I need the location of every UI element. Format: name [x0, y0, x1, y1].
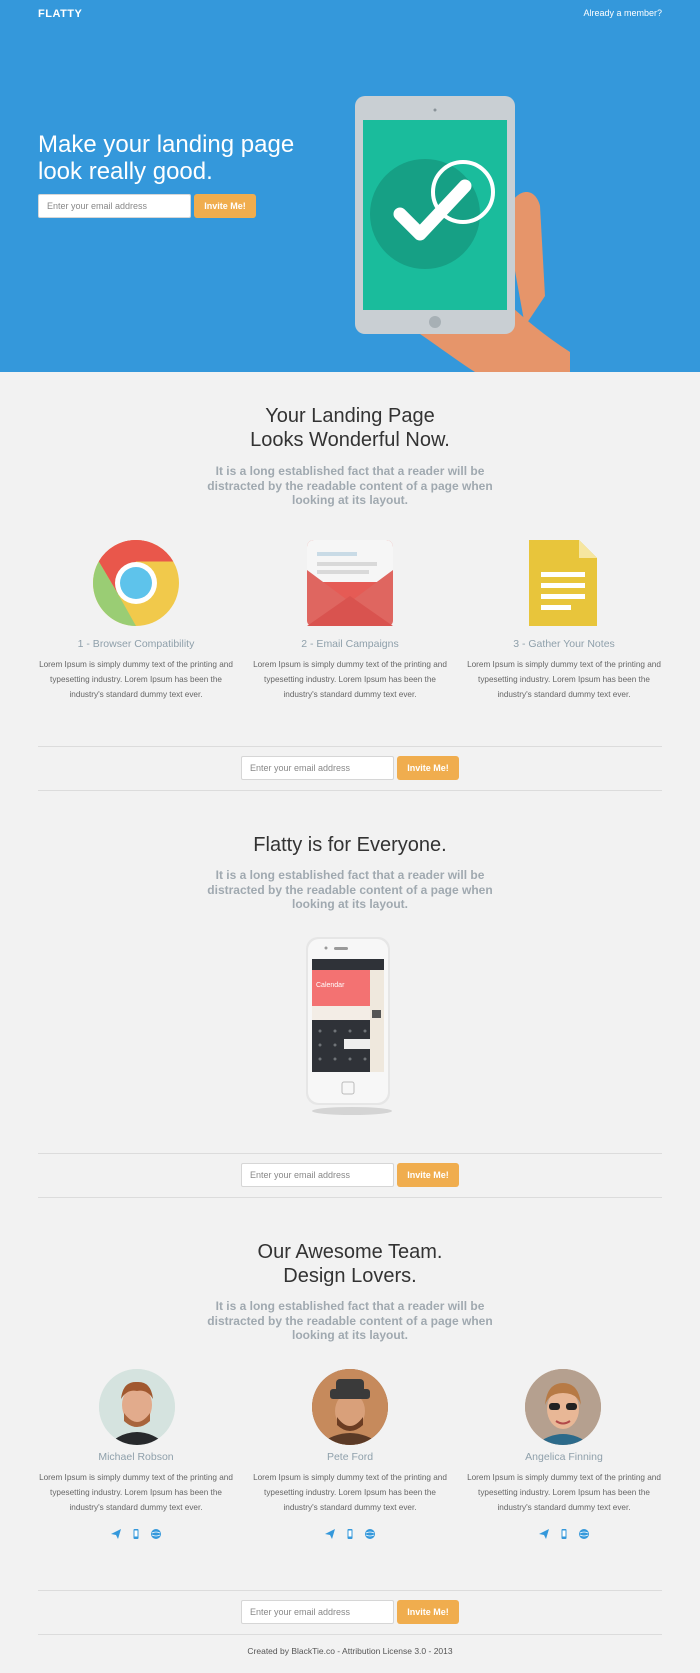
member-name: Pete Ford [326, 1451, 374, 1463]
divider [38, 790, 662, 791]
avatar-michael [99, 1369, 175, 1445]
member-bio: Lorem Ipsum is simply dummy text of the … [39, 1473, 233, 1512]
signup-form-3: Enter your email address Invite Me! [241, 1600, 459, 1624]
hero-title: Make your landing page look really good. [38, 131, 295, 185]
signup-form-2: Enter your email address Invite Me! [241, 1163, 459, 1187]
send-icon[interactable] [111, 1529, 121, 1539]
notes-icon [529, 540, 597, 626]
tablet-in-hand-illustration [355, 96, 570, 372]
avatar-angelica [525, 1369, 601, 1445]
email-input[interactable]: Enter your email address [241, 756, 394, 780]
globe-icon[interactable] [579, 1529, 589, 1539]
avatar-pete [312, 1369, 388, 1445]
invite-button[interactable]: Invite Me! [397, 756, 459, 780]
email-input[interactable]: Enter your email address [241, 1600, 394, 1624]
globe-icon[interactable] [151, 1529, 161, 1539]
chrome-icon [93, 540, 179, 626]
hero-email-input[interactable]: Enter your email address [38, 194, 191, 218]
feature-text: Lorem Ipsum is simply dummy text of the … [39, 660, 233, 699]
divider [38, 1590, 662, 1591]
hero-section: FLATTY Already a member? Make your landi… [0, 0, 700, 372]
envelope-icon [307, 540, 393, 626]
team-member-1: Michael Robson Lorem Ipsum is simply dum… [32, 1451, 240, 1539]
team-member-2: Pete Ford Lorem Ipsum is simply dummy te… [246, 1451, 454, 1539]
mobile-icon[interactable] [345, 1529, 355, 1539]
brand-logo[interactable]: FLATTY [38, 8, 82, 20]
feature-email: 2 - Email Campaigns Lorem Ipsum is simpl… [246, 638, 454, 702]
member-bio: Lorem Ipsum is simply dummy text of the … [253, 1473, 447, 1512]
send-icon[interactable] [325, 1529, 335, 1539]
member-bio: Lorem Ipsum is simply dummy text of the … [467, 1473, 661, 1512]
divider [38, 1634, 662, 1635]
email-input[interactable]: Enter your email address [241, 1163, 394, 1187]
invite-button[interactable]: Invite Me! [397, 1163, 459, 1187]
hero-invite-button[interactable]: Invite Me! [194, 194, 256, 218]
social-links [460, 1529, 668, 1539]
hero-signup-form: Enter your email address Invite Me! [38, 194, 256, 218]
mobile-icon[interactable] [559, 1529, 569, 1539]
divider [38, 1153, 662, 1154]
feature-notes: 3 - Gather Your Notes Lorem Ipsum is sim… [460, 638, 668, 702]
everyone-title: Flatty is for Everyone. [253, 834, 447, 856]
social-links [246, 1529, 454, 1539]
features-title-line1: Your Landing Page [265, 405, 435, 427]
footer-credit: Created by BlackTie.co - Attribution Lic… [247, 1646, 453, 1656]
globe-icon[interactable] [365, 1529, 375, 1539]
divider [38, 746, 662, 747]
everyone-subtitle: It is a long established fact that a rea… [207, 868, 493, 911]
features-subtitle: It is a long established fact that a rea… [207, 464, 493, 507]
feature-title: 3 - Gather Your Notes [513, 638, 615, 650]
invite-button[interactable]: Invite Me! [397, 1600, 459, 1624]
divider [38, 1197, 662, 1198]
team-member-3: Angelica Finning Lorem Ipsum is simply d… [460, 1451, 668, 1539]
feature-text: Lorem Ipsum is simply dummy text of the … [253, 660, 447, 699]
feature-title: 1 - Browser Compatibility [77, 638, 195, 650]
team-title: Our Awesome Team. Design Lovers. [0, 1240, 700, 1288]
signup-form-1: Enter your email address Invite Me! [241, 756, 459, 780]
feature-title: 2 - Email Campaigns [301, 638, 399, 650]
iphone-illustration: Calendar [306, 937, 392, 1115]
member-link[interactable]: Already a member? [583, 8, 662, 18]
features-title-line2: Looks Wonderful Now. [250, 429, 450, 451]
social-links [32, 1529, 240, 1539]
team-title-line2: Design Lovers. [283, 1265, 417, 1287]
send-icon[interactable] [539, 1529, 549, 1539]
feature-text: Lorem Ipsum is simply dummy text of the … [467, 660, 661, 699]
features-title: Your Landing Page Looks Wonderful Now. [0, 404, 700, 452]
phone-screen-title: Calendar [316, 982, 345, 989]
member-name: Michael Robson [98, 1451, 174, 1463]
feature-browser: 1 - Browser Compatibility Lorem Ipsum is… [32, 638, 240, 702]
team-title-line1: Our Awesome Team. [257, 1241, 443, 1263]
member-name: Angelica Finning [525, 1451, 603, 1463]
team-subtitle: It is a long established fact that a rea… [207, 1299, 493, 1342]
mobile-icon[interactable] [131, 1529, 141, 1539]
